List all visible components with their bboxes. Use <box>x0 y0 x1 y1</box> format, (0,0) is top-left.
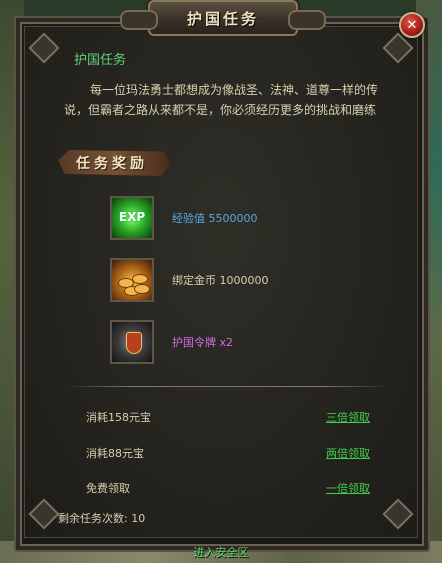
claim-cost-label: 消耗88元宝 <box>86 447 144 460</box>
divider <box>64 386 390 387</box>
exp-icon-text: EXP <box>118 210 146 224</box>
claim-triple-link[interactable]: 三倍领取 <box>326 409 370 425</box>
gold-coins-icon[interactable] <box>110 258 154 302</box>
remaining-value: 10 <box>131 512 146 525</box>
remaining-label: 剩余任务次数: <box>58 512 128 525</box>
reward-name: 护国令牌 <box>172 336 216 349</box>
corner-ornament <box>382 498 414 530</box>
exp-icon[interactable]: EXP <box>110 196 154 240</box>
claim-cost-label: 免费领取 <box>86 482 130 495</box>
reward-amount: 1000000 <box>219 274 269 287</box>
reward-label-gold: 绑定金币 1000000 <box>172 272 269 288</box>
claim-single-link[interactable]: 一倍领取 <box>326 480 370 496</box>
reward-item-exp: EXP 经验值 5500000 <box>110 196 390 244</box>
claim-cost-label: 消耗158元宝 <box>86 411 151 424</box>
rewards-banner-label: 任务奖励 <box>76 156 148 172</box>
remaining-quest-count: 剩余任务次数: 10 <box>58 510 145 526</box>
close-icon: ✕ <box>406 17 418 33</box>
reward-label-token: 护国令牌 x2 <box>172 334 233 350</box>
rewards-banner: 任务奖励 <box>58 148 170 178</box>
enter-safe-zone-link[interactable]: 进入安全区 <box>0 544 442 560</box>
reward-item-gold: 绑定金币 1000000 <box>110 258 390 306</box>
corner-ornament <box>28 498 60 530</box>
reward-name: 经验值 <box>172 212 205 225</box>
dialog-title: 护国任务 <box>186 9 259 28</box>
close-button[interactable]: ✕ <box>399 12 425 38</box>
title-plaque: 护国任务 <box>120 0 326 36</box>
claim-double-link[interactable]: 两倍领取 <box>326 445 370 461</box>
quest-name: 护国任务 <box>74 53 127 68</box>
reward-amount: x2 <box>219 336 234 349</box>
reward-label-exp: 经验值 5500000 <box>172 210 258 226</box>
quest-description: 每一位玛法勇士都想成为像战圣、法神、道尊一样的传说，但霸者之路从来都不是，你必须… <box>64 83 379 117</box>
reward-name: 绑定金币 <box>172 274 216 287</box>
reward-amount: 5500000 <box>208 212 258 225</box>
corner-ornament <box>28 32 60 64</box>
token-icon[interactable] <box>110 320 154 364</box>
reward-item-token: 护国令牌 x2 <box>110 320 390 368</box>
